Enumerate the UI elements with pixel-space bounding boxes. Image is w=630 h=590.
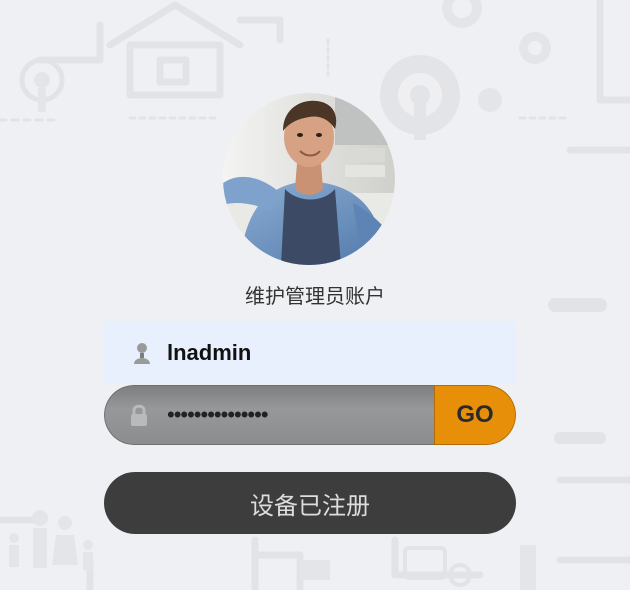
password-row: ••••••••••••••• GO [104, 385, 516, 445]
user-icon [130, 340, 154, 366]
username-value[interactable]: lnadmin [167, 340, 251, 366]
avatar [223, 93, 395, 265]
avatar-image [223, 93, 395, 265]
login-page: 维护管理员账户 lnadmin ••••••••••••••• GO 设备已注册 [0, 0, 630, 590]
account-title: 维护管理员账户 [245, 286, 385, 308]
lock-icon [127, 402, 151, 428]
device-registered-button[interactable]: 设备已注册 [104, 472, 516, 534]
username-field[interactable]: lnadmin [104, 322, 516, 384]
go-button[interactable]: GO [434, 385, 516, 445]
password-field[interactable]: ••••••••••••••• [104, 385, 434, 445]
password-value[interactable]: ••••••••••••••• [167, 402, 269, 428]
